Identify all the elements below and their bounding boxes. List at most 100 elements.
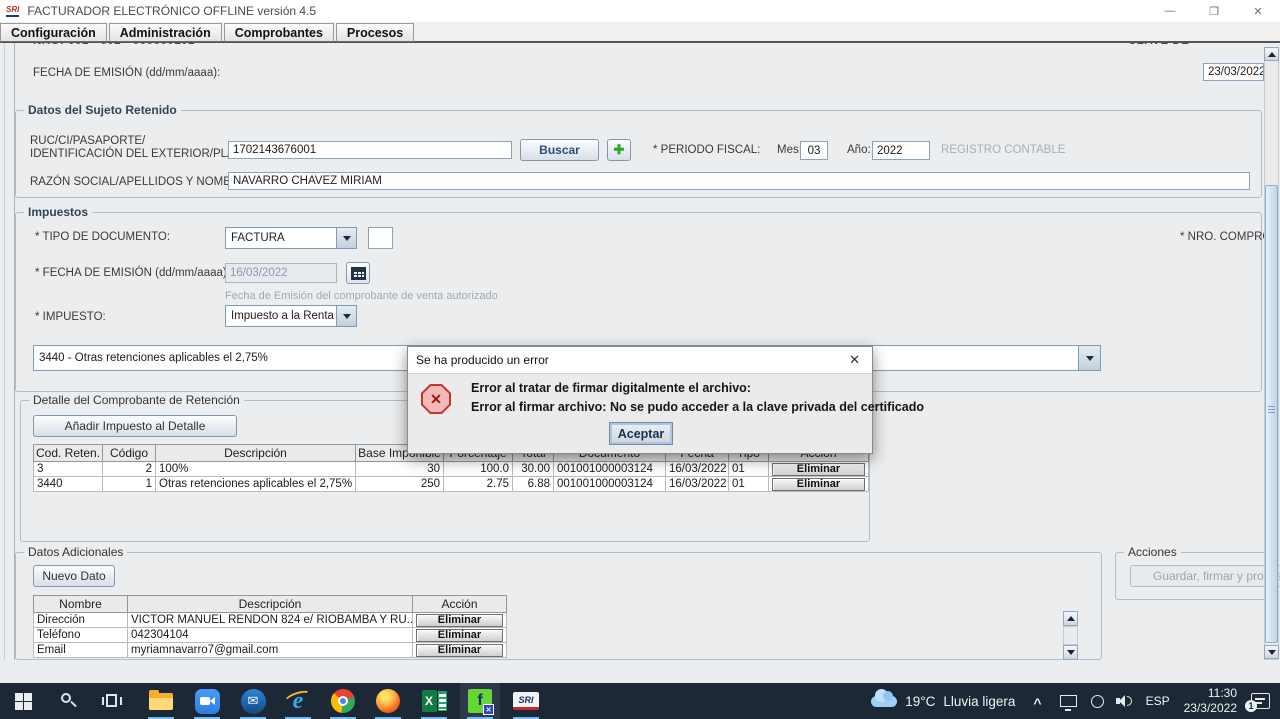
- taskbar-facturador[interactable]: f✕: [460, 683, 500, 719]
- taskbar-firefox[interactable]: [368, 683, 408, 719]
- table-row[interactable]: Dirección VICTOR MANUEL RENDON 824 e/ RI…: [34, 613, 507, 628]
- ruc-input[interactable]: 1702143676001: [228, 141, 512, 159]
- tipo-documento-combo[interactable]: FACTURA: [225, 227, 357, 249]
- panel-edge: [4, 43, 5, 660]
- col-header: Descripción: [156, 445, 356, 462]
- dialog-close-icon[interactable]: ✕: [845, 352, 864, 368]
- clipped-nro-text: NRO: 001 - 002 - 000000101: [33, 43, 433, 49]
- anio-input[interactable]: 2022: [872, 141, 930, 160]
- weather-icon[interactable]: [871, 696, 897, 707]
- taskbar-sri[interactable]: SRI: [506, 683, 546, 719]
- table-row[interactable]: 3 2 100% 30 100.0 30.00 001001000003124 …: [34, 462, 869, 477]
- error-message-line2: Error al firmar archivo: No se pudo acce…: [471, 400, 924, 414]
- internet-explorer-icon: e: [285, 688, 311, 714]
- screen: SRI FACTURADOR ELECTRÓNICO OFFLINE versi…: [0, 0, 1280, 719]
- mes-input[interactable]: 03: [800, 141, 828, 160]
- error-icon: ✕: [421, 384, 451, 414]
- taskbar-mail-app[interactable]: ✉: [233, 683, 273, 719]
- fecha-emision-label: FECHA DE EMISIÓN (dd/mm/aaaa):: [33, 67, 220, 79]
- table-scroll-up[interactable]: [1063, 611, 1078, 626]
- taskbar-excel[interactable]: X: [414, 683, 454, 719]
- calendar-button[interactable]: [346, 262, 370, 284]
- chevron-down-icon[interactable]: [1078, 346, 1100, 370]
- razon-social-input[interactable]: NAVARRO CHAVEZ MIRIAM: [228, 172, 1250, 190]
- form-panel: NRO: 001 - 002 - 000000101 CLAVE DE FECH…: [0, 43, 1280, 660]
- restore-button[interactable]: ❐: [1192, 0, 1236, 22]
- task-view-icon: [102, 694, 122, 708]
- tray-circle-icon[interactable]: [1091, 695, 1104, 708]
- anadir-impuesto-button[interactable]: Añadir Impuesto al Detalle: [33, 415, 237, 437]
- tipo-documento-value: FACTURA: [226, 232, 336, 244]
- weather-temp[interactable]: 19°C: [905, 694, 935, 709]
- error-dialog-titlebar: Se ha producido un error ✕: [408, 347, 872, 374]
- taskbar-search-button[interactable]: [48, 683, 88, 719]
- firefox-icon: [376, 689, 400, 713]
- table-scroll-down[interactable]: [1063, 645, 1078, 660]
- guardar-firmar-button[interactable]: Guardar, firmar y procesa: [1130, 565, 1280, 587]
- network-icon[interactable]: [1060, 695, 1077, 707]
- eliminar-button[interactable]: Eliminar: [772, 463, 865, 476]
- eliminar-button[interactable]: Eliminar: [416, 629, 503, 642]
- clock-time: 11:30: [1208, 686, 1237, 700]
- group-sujeto-title: Datos del Sujeto Retenido: [24, 103, 181, 117]
- taskbar-zoom-app[interactable]: [187, 683, 227, 719]
- table-row[interactable]: Teléfono 042304104 Eliminar: [34, 628, 507, 643]
- video-camera-icon: [195, 689, 220, 714]
- system-tray: 19°C Lluvia ligera ^ ESP 11:30 23/3/2022…: [871, 683, 1280, 719]
- vscrollbar-thumb[interactable]: [1265, 185, 1278, 643]
- taskbar: ✉ e X f✕ SRI 19°C Lluvi: [0, 683, 1280, 719]
- group-acciones-title: Acciones: [1124, 545, 1181, 559]
- fecha-emision-field[interactable]: 23/03/2022: [1203, 63, 1264, 81]
- taskbar-chrome[interactable]: [323, 683, 363, 719]
- impuesto-combo[interactable]: Impuesto a la Renta: [225, 305, 357, 327]
- eliminar-button[interactable]: Eliminar: [772, 478, 865, 491]
- app-icon: SRI: [6, 5, 19, 17]
- minimize-button[interactable]: —: [1148, 0, 1192, 22]
- menu-procesos[interactable]: Procesos: [336, 23, 414, 42]
- window-title: FACTURADOR ELECTRÓNICO OFFLINE versión 4…: [27, 4, 316, 18]
- eliminar-button[interactable]: Eliminar: [416, 644, 503, 657]
- taskbar-internet-explorer[interactable]: e: [278, 683, 318, 719]
- task-view-button[interactable]: [92, 683, 132, 719]
- tray-expand-chevron[interactable]: ^: [1033, 695, 1041, 711]
- close-button[interactable]: ✕: [1236, 0, 1280, 22]
- eliminar-button[interactable]: Eliminar: [416, 614, 503, 627]
- menu-comprobantes[interactable]: Comprobantes: [224, 23, 334, 42]
- adicionales-table: Nombre Descripción Acción Dirección VICT…: [33, 595, 507, 658]
- vscroll-up-arrow[interactable]: [1264, 47, 1279, 61]
- menu-administracion[interactable]: Administración: [109, 23, 222, 42]
- nuevo-dato-button[interactable]: Nuevo Dato: [33, 565, 115, 587]
- table-row[interactable]: 3440 1 Otras retenciones aplicables el 2…: [34, 477, 869, 492]
- periodo-fiscal-label: * PERIODO FISCAL:: [653, 144, 760, 156]
- sri-icon: SRI: [513, 692, 539, 710]
- menu-configuracion[interactable]: Configuración: [0, 23, 107, 42]
- action-center-icon[interactable]: 1: [1251, 693, 1270, 709]
- col-header: Acción: [413, 596, 507, 613]
- group-detalle-title: Detalle del Comprobante de Retención: [29, 393, 244, 407]
- excel-icon: X: [422, 690, 447, 712]
- aceptar-button[interactable]: Aceptar: [609, 422, 673, 445]
- col-header: Descripción: [128, 596, 413, 613]
- table-row[interactable]: Email myriamnavarro7@gmail.com Eliminar: [34, 643, 507, 658]
- clock[interactable]: 11:30 23/3/2022: [1184, 686, 1237, 716]
- col-header: Código: [103, 445, 156, 462]
- group-adicionales-title: Datos Adicionales: [24, 545, 127, 559]
- plus-icon: ✚: [614, 142, 625, 158]
- vscroll-down-arrow[interactable]: [1264, 645, 1279, 659]
- start-button[interactable]: [3, 683, 43, 719]
- chevron-down-icon[interactable]: [336, 306, 356, 326]
- impuesto-label: * IMPUESTO:: [35, 311, 106, 323]
- chrome-icon: [331, 689, 355, 713]
- add-sujeto-button[interactable]: ✚: [607, 139, 631, 161]
- tipo-documento-aux-box[interactable]: [368, 227, 393, 249]
- menu-bar: Configuración Administración Comprobante…: [0, 22, 1280, 43]
- tipo-documento-label: * TIPO DE DOCUMENTO:: [35, 231, 170, 243]
- buscar-button[interactable]: Buscar: [520, 139, 599, 161]
- registro-contable-label: REGISTRO CONTABLE: [941, 144, 1065, 156]
- language-indicator[interactable]: ESP: [1146, 694, 1170, 708]
- table-scroll-track[interactable]: [1063, 626, 1078, 645]
- speaker-icon[interactable]: [1116, 694, 1132, 708]
- chevron-down-icon[interactable]: [336, 228, 356, 248]
- weather-condition[interactable]: Lluvia ligera: [943, 694, 1015, 709]
- taskbar-file-explorer[interactable]: [141, 683, 181, 719]
